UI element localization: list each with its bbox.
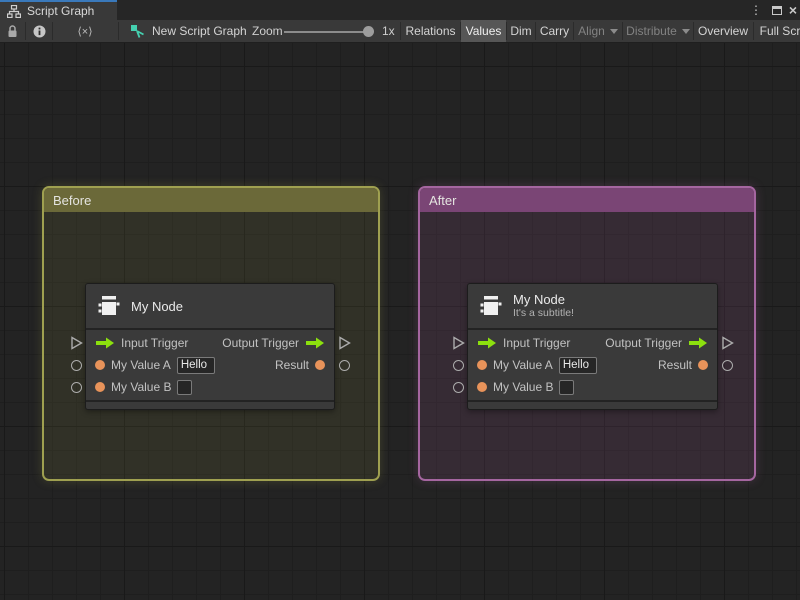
external-flow-input-indicator[interactable] — [452, 336, 465, 350]
value-a-port-icon[interactable] — [477, 360, 487, 370]
port-row-trigger: Input Trigger Output Trigger — [86, 332, 334, 354]
external-value-a-indicator[interactable] — [71, 360, 82, 371]
chevron-down-icon — [609, 28, 618, 34]
lock-icon — [8, 24, 17, 37]
output-trigger-label: Output Trigger — [222, 336, 299, 350]
zoom-slider-handle[interactable] — [363, 26, 374, 37]
value-b-label: My Value B — [493, 380, 554, 394]
external-flow-output-indicator[interactable] — [721, 336, 734, 350]
tab-script-graph[interactable]: Script Graph — [0, 0, 117, 20]
value-b-label: My Value B — [111, 380, 172, 394]
relations-button[interactable]: Relations — [402, 20, 459, 42]
chevron-down-icon — [681, 28, 690, 34]
script-graph-asset-icon — [131, 24, 144, 38]
port-row-value-b: My Value B — [468, 376, 717, 398]
port-row-value-a: My Value A Result — [86, 354, 334, 376]
code-icon: ⟨×⟩ — [77, 25, 93, 38]
group-after-label: After — [429, 192, 457, 208]
values-button[interactable]: Values — [461, 20, 506, 42]
overview-button[interactable]: Overview — [694, 20, 752, 42]
port-row-value-b: My Value B — [86, 376, 334, 398]
titlebar: Script Graph ⋮ × — [0, 0, 800, 20]
graph-asset-field[interactable]: New Script Graph — [130, 20, 247, 42]
node-footer — [468, 400, 717, 409]
align-dropdown[interactable]: Align — [574, 20, 622, 42]
external-result-indicator[interactable] — [722, 360, 733, 371]
result-port-icon[interactable] — [315, 360, 325, 370]
value-b-port-icon[interactable] — [477, 382, 487, 392]
maximize-icon — [772, 5, 782, 15]
node-subtitle: It's a subtitle! — [513, 307, 574, 319]
dim-button[interactable]: Dim — [507, 20, 535, 42]
maximize-button[interactable] — [768, 0, 786, 20]
zoom-value: 1x — [382, 24, 395, 38]
input-trigger-label: Input Trigger — [503, 336, 571, 350]
zoom-slider-track[interactable] — [284, 31, 370, 33]
result-label: Result — [274, 358, 309, 372]
lock-button[interactable] — [0, 20, 25, 42]
graph-hierarchy-icon — [7, 4, 21, 18]
external-value-b-indicator[interactable] — [71, 382, 82, 393]
node-after-header[interactable]: My Node It's a subtitle! — [468, 284, 717, 330]
node-before-header[interactable]: My Node — [86, 284, 334, 330]
output-flow-port-icon[interactable] — [688, 337, 708, 349]
tab-label: Script Graph — [27, 4, 95, 18]
value-a-input[interactable] — [558, 356, 597, 374]
node-after[interactable]: My Node It's a subtitle! Input Trigger O… — [467, 283, 718, 410]
kebab-menu-icon: ⋮ — [750, 3, 762, 17]
output-flow-port-icon[interactable] — [305, 337, 325, 349]
result-label: Result — [657, 358, 692, 372]
info-button[interactable] — [26, 20, 52, 42]
close-icon: × — [788, 2, 798, 18]
node-title: My Node — [131, 298, 184, 314]
input-trigger-label: Input Trigger — [121, 336, 189, 350]
value-b-port-icon[interactable] — [95, 382, 105, 392]
external-flow-output-indicator[interactable] — [338, 336, 351, 350]
carry-button[interactable]: Carry — [536, 20, 573, 42]
port-row-trigger: Input Trigger Output Trigger — [468, 332, 717, 354]
output-trigger-label: Output Trigger — [605, 336, 682, 350]
external-value-b-indicator[interactable] — [453, 382, 464, 393]
value-a-label: My Value A — [493, 358, 553, 372]
group-after-header[interactable]: After — [420, 188, 754, 212]
port-row-value-a: My Value A Result — [468, 354, 717, 376]
result-port-icon[interactable] — [698, 360, 708, 370]
value-b-checkbox[interactable] — [177, 379, 193, 395]
value-a-input[interactable] — [176, 356, 215, 374]
group-before-header[interactable]: Before — [44, 188, 378, 212]
window-menu-button[interactable]: ⋮ — [748, 0, 764, 20]
group-before-label: Before — [53, 192, 92, 208]
info-icon — [33, 25, 45, 37]
input-flow-port-icon[interactable] — [95, 337, 115, 349]
fullscreen-button[interactable]: Full Screen — [755, 20, 800, 42]
external-result-indicator[interactable] — [339, 360, 350, 371]
close-button[interactable]: × — [786, 0, 800, 20]
unit-node-icon — [98, 296, 120, 315]
node-title: My Node — [513, 292, 566, 307]
graph-toolbar: ⟨×⟩ New Script Graph Zoom 1x Relations V… — [0, 20, 800, 43]
node-footer — [86, 400, 334, 409]
node-before[interactable]: My Node Input Trigger Output Trigger My … — [85, 283, 335, 410]
input-flow-port-icon[interactable] — [477, 337, 497, 349]
zoom-label: Zoom — [252, 24, 283, 38]
external-value-a-indicator[interactable] — [453, 360, 464, 371]
value-a-label: My Value A — [111, 358, 171, 372]
graph-asset-name: New Script Graph — [152, 24, 247, 38]
unit-node-icon — [480, 296, 502, 315]
graph-canvas[interactable]: Before After My Node Input Trigger Outpu… — [0, 43, 800, 600]
value-b-checkbox[interactable] — [559, 379, 575, 395]
external-flow-input-indicator[interactable] — [70, 336, 83, 350]
code-view-button[interactable]: ⟨×⟩ — [53, 20, 117, 42]
value-a-port-icon[interactable] — [95, 360, 105, 370]
distribute-dropdown[interactable]: Distribute — [623, 20, 693, 42]
script-graph-window: Script Graph ⋮ × ⟨×⟩ New Script Graph Zo… — [0, 0, 800, 600]
